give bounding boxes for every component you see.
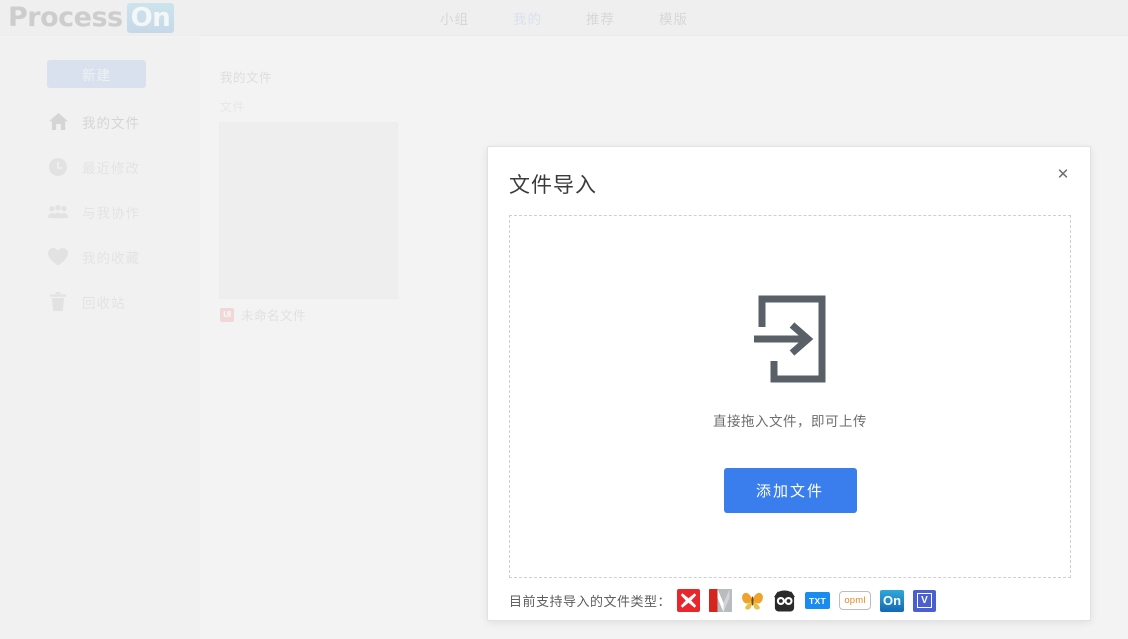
txt-icon: TXT [805, 592, 830, 609]
supported-types-label: 目前支持导入的文件类型： [509, 591, 671, 610]
freemind-icon [773, 589, 796, 612]
dialog-title: 文件导入 [509, 169, 597, 199]
modal-overlay[interactable]: 文件导入 ✕ 直接拖入文件，即可上传 添加文件 目前支持导入的文件类型： [0, 0, 1128, 639]
opml-icon: opml [839, 591, 871, 610]
visio-icon: V [913, 590, 936, 612]
mindmanager-icon [709, 589, 732, 612]
add-file-button[interactable]: 添加文件 [724, 468, 857, 513]
supported-type-icons: TXT opml On V [677, 589, 936, 612]
visio-letter: V [917, 593, 932, 608]
dropzone-hint: 直接拖入文件，即可上传 [713, 410, 867, 430]
file-dropzone[interactable]: 直接拖入文件，即可上传 添加文件 [509, 215, 1071, 578]
import-arrow-icon [754, 295, 826, 388]
file-import-dialog: 文件导入 ✕ 直接拖入文件，即可上传 添加文件 目前支持导入的文件类型： [487, 146, 1091, 621]
imindmap-butterfly-icon [741, 589, 764, 612]
xmind-icon [677, 589, 700, 612]
supported-types-row: 目前支持导入的文件类型： [509, 589, 936, 612]
processon-icon: On [880, 590, 904, 612]
close-icon[interactable]: ✕ [1054, 165, 1072, 183]
